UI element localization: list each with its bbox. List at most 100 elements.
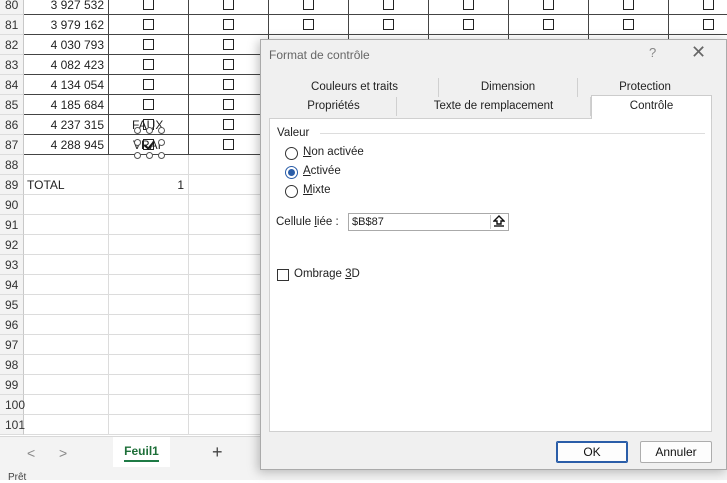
row-header[interactable]: 86 xyxy=(0,115,24,135)
checkbox[interactable] xyxy=(223,79,234,90)
cell[interactable] xyxy=(189,375,269,395)
cell[interactable] xyxy=(189,275,269,295)
previous-sheet-arrow-icon[interactable]: < xyxy=(27,445,35,461)
row-header[interactable]: 95 xyxy=(0,295,24,315)
cell-col-a[interactable]: 4 288 945 xyxy=(24,135,109,155)
cell[interactable] xyxy=(189,315,269,335)
cell[interactable] xyxy=(189,255,269,275)
row-header[interactable]: 98 xyxy=(0,355,24,375)
checkbox[interactable] xyxy=(223,59,234,70)
cell[interactable] xyxy=(189,175,269,195)
checkbox[interactable] xyxy=(223,19,234,30)
row-header[interactable]: 93 xyxy=(0,255,24,275)
cell-col-b[interactable] xyxy=(109,335,189,355)
cell[interactable] xyxy=(509,15,589,35)
cell-col-a[interactable] xyxy=(24,215,109,235)
cell[interactable] xyxy=(189,95,269,115)
cell[interactable] xyxy=(669,15,727,35)
cell-col-a[interactable] xyxy=(24,315,109,335)
resize-handle[interactable] xyxy=(158,139,165,146)
cell-col-a[interactable] xyxy=(24,415,109,435)
checkbox[interactable] xyxy=(383,0,394,10)
row-header[interactable]: 80 xyxy=(0,0,24,15)
sheet-tab-feuil1[interactable]: Feuil1 xyxy=(113,437,170,467)
row-header[interactable]: 99 xyxy=(0,375,24,395)
row-header[interactable]: 94 xyxy=(0,275,24,295)
checkbox[interactable] xyxy=(623,19,634,30)
row-header[interactable]: 101 xyxy=(0,415,25,435)
cell-col-a[interactable] xyxy=(24,295,109,315)
cell[interactable] xyxy=(189,155,269,175)
cell[interactable] xyxy=(189,195,269,215)
cell[interactable] xyxy=(189,15,269,35)
checkbox[interactable] xyxy=(383,19,394,30)
cell-col-b[interactable] xyxy=(109,235,189,255)
cell[interactable] xyxy=(189,35,269,55)
row-header[interactable]: 89 xyxy=(0,175,24,195)
checkbox[interactable] xyxy=(303,19,314,30)
cell[interactable] xyxy=(189,75,269,95)
resize-handle[interactable] xyxy=(134,152,141,159)
cell-col-b[interactable] xyxy=(109,375,189,395)
cell-col-b[interactable] xyxy=(109,315,189,335)
cell[interactable] xyxy=(349,0,429,15)
row-header[interactable]: 82 xyxy=(0,35,24,55)
row-header[interactable]: 96 xyxy=(0,315,24,335)
radio-button[interactable] xyxy=(285,147,298,160)
checkbox[interactable] xyxy=(463,19,474,30)
cell[interactable] xyxy=(189,295,269,315)
checkbox[interactable] xyxy=(143,79,154,90)
tab-size[interactable]: Dimension xyxy=(439,78,578,97)
cell[interactable] xyxy=(189,395,269,415)
checkbox[interactable] xyxy=(143,0,154,10)
cell-col-a[interactable]: 3 979 162 xyxy=(24,15,109,35)
cell[interactable] xyxy=(269,15,349,35)
cell-col-a[interactable]: 4 030 793 xyxy=(24,35,109,55)
cell-col-b[interactable] xyxy=(109,395,189,415)
cell-col-b[interactable] xyxy=(109,215,189,235)
help-icon[interactable]: ? xyxy=(649,45,656,60)
shading-3d-checkbox[interactable] xyxy=(277,269,289,281)
tab-properties[interactable]: Propriétés xyxy=(271,97,397,116)
cell[interactable] xyxy=(189,415,269,435)
next-sheet-arrow-icon[interactable]: > xyxy=(59,445,67,461)
cell-col-b[interactable] xyxy=(109,195,189,215)
resize-handle[interactable] xyxy=(158,152,165,159)
cell-col-a[interactable] xyxy=(24,195,109,215)
cell-col-b[interactable] xyxy=(109,275,189,295)
checkbox[interactable] xyxy=(623,0,634,10)
checkbox[interactable] xyxy=(223,0,234,10)
cell[interactable] xyxy=(189,235,269,255)
cell[interactable] xyxy=(189,55,269,75)
checkbox[interactable] xyxy=(703,0,714,10)
cell-col-a[interactable] xyxy=(24,375,109,395)
cell[interactable] xyxy=(189,355,269,375)
linked-cell-input[interactable]: $B$87 xyxy=(348,213,509,231)
checkbox[interactable] xyxy=(543,19,554,30)
resize-handle[interactable] xyxy=(158,127,165,134)
cell[interactable] xyxy=(189,115,269,135)
cell-col-b[interactable] xyxy=(109,255,189,275)
cell-col-b[interactable] xyxy=(109,35,189,55)
cell-col-a[interactable] xyxy=(24,355,109,375)
row-header[interactable]: 84 xyxy=(0,75,24,95)
row-header[interactable]: 87 xyxy=(0,135,24,155)
radio-button-selected[interactable] xyxy=(285,166,298,179)
cell-col-a[interactable]: 4 185 684 xyxy=(24,95,109,115)
checkbox[interactable] xyxy=(223,119,234,130)
checkbox[interactable] xyxy=(223,139,234,150)
cancel-button[interactable]: Annuler xyxy=(640,441,712,463)
ok-button[interactable]: OK xyxy=(556,441,628,463)
row-header[interactable]: 83 xyxy=(0,55,24,75)
resize-handle[interactable] xyxy=(146,152,153,159)
cell-col-b[interactable] xyxy=(109,75,189,95)
row-header[interactable]: 81 xyxy=(0,15,24,35)
checkbox[interactable] xyxy=(143,19,154,30)
checkbox[interactable] xyxy=(303,0,314,10)
checkbox[interactable] xyxy=(703,19,714,30)
cell[interactable] xyxy=(189,215,269,235)
cell-col-a[interactable] xyxy=(24,255,109,275)
cell-col-b[interactable] xyxy=(109,55,189,75)
cell[interactable] xyxy=(669,0,727,15)
resize-handle[interactable] xyxy=(134,139,141,146)
